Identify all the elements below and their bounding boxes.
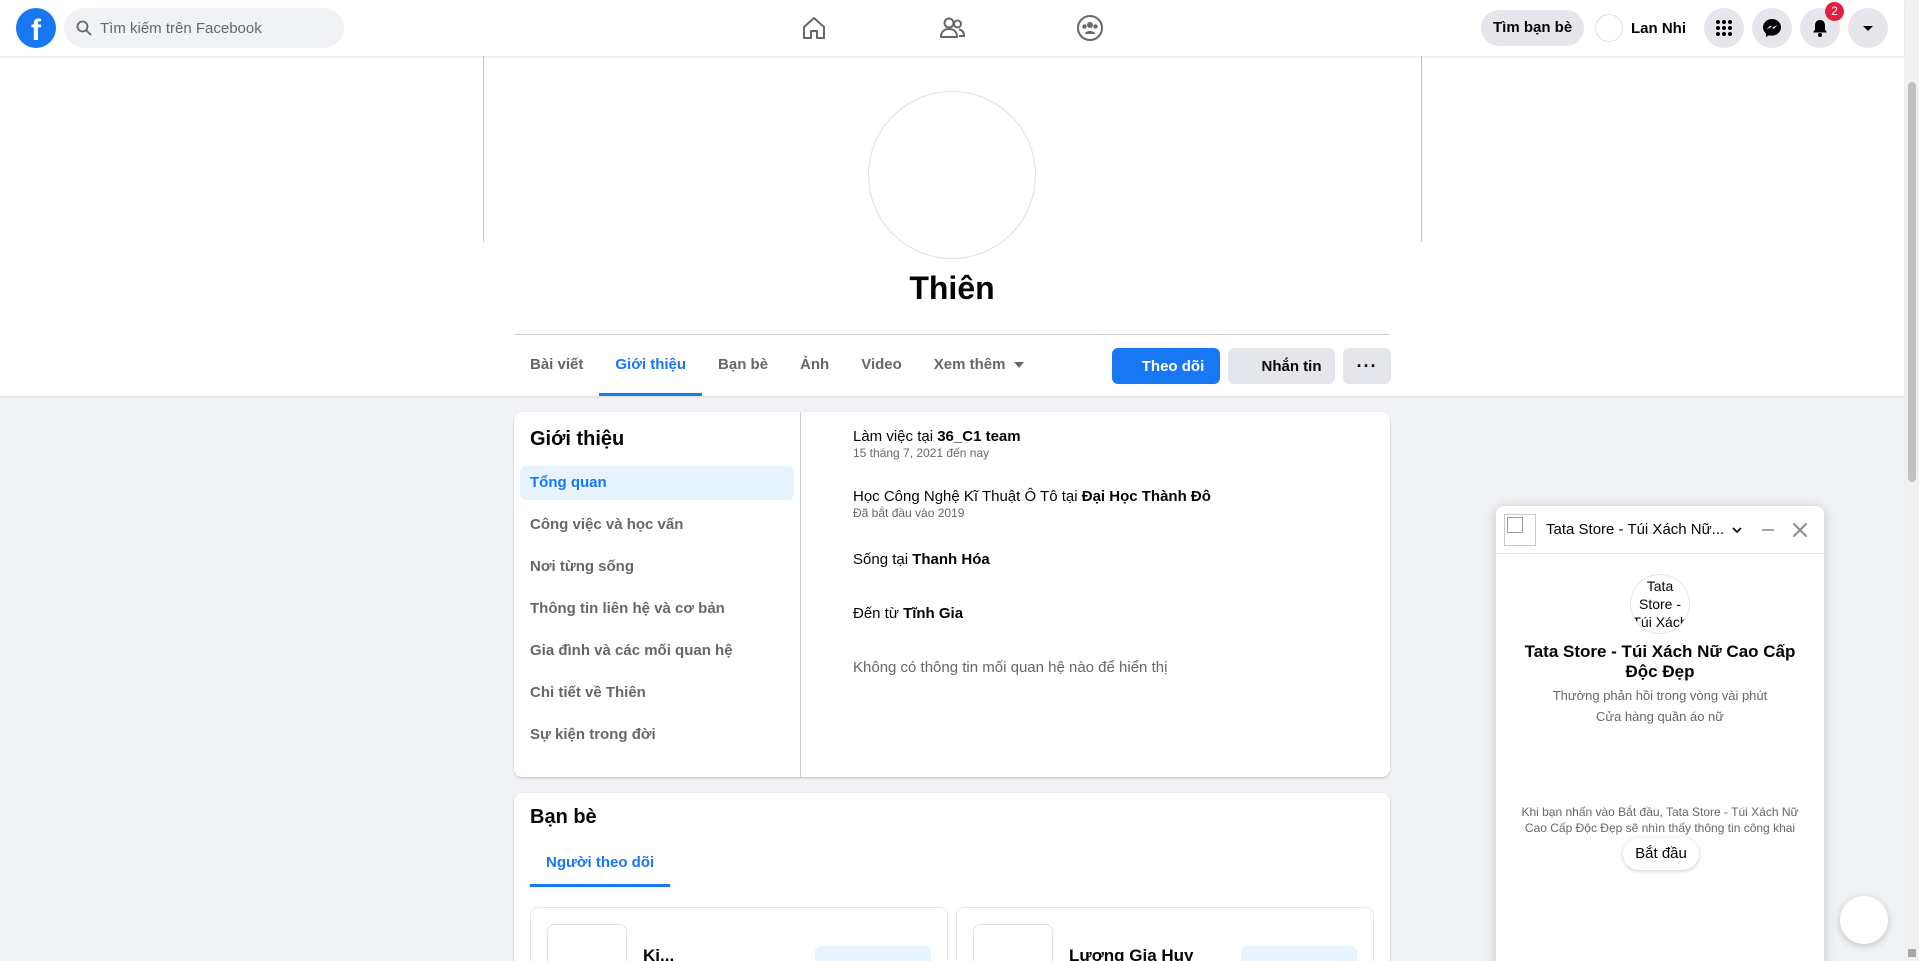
chevron-down-icon[interactable]	[1730, 523, 1744, 537]
tab-friends[interactable]: Bạn bè	[702, 336, 784, 396]
tab-posts[interactable]: Bài viết	[514, 336, 599, 396]
chat-title[interactable]: Tata Store - Túi Xách Nữ...	[1546, 521, 1726, 538]
tab-videos[interactable]: Video	[845, 336, 918, 396]
page-avatar[interactable]: Tata Store - Túi Xách	[1630, 574, 1690, 634]
new-message-button[interactable]	[1840, 896, 1888, 944]
divider	[800, 412, 801, 777]
friends-card: Bạn bè Người theo dõi Ki... Lương Gia Hu…	[514, 793, 1390, 961]
lives-in-info: Sống tại Thanh Hóa	[853, 551, 990, 568]
about-nav-contact-info[interactable]: Thông tin liên hệ và cơ bản	[520, 592, 794, 626]
search-box[interactable]	[64, 8, 344, 48]
search-icon	[76, 20, 92, 36]
tab-see-more-label: Xem thêm	[933, 356, 1006, 373]
about-nav-overview[interactable]: Tổng quan	[520, 466, 794, 500]
friends-title: Bạn bè	[530, 806, 597, 828]
scrollbar[interactable]	[1904, 0, 1919, 961]
more-options-button[interactable]: ···	[1343, 348, 1391, 384]
user-name: Lan Nhi	[1631, 19, 1686, 37]
follow-button[interactable]: Theo dõi	[1112, 348, 1220, 384]
page-category: Cửa hàng quần áo nữ	[1595, 709, 1724, 724]
friend-name[interactable]: Lương Gia Huy	[1069, 946, 1194, 961]
tab-see-more[interactable]: Xem thêm	[918, 336, 1040, 396]
friend-name[interactable]: Ki...	[643, 946, 674, 961]
avatar[interactable]	[547, 924, 627, 961]
facebook-logo-icon[interactable]: f	[16, 8, 56, 48]
education-info: Học Công Nghệ Kĩ Thuật Ô Tô tại Đại Học …	[853, 488, 1211, 520]
work-date: 15 tháng 7, 2021 đến nay	[853, 446, 990, 460]
work-place-link[interactable]: 36_C1 team	[937, 428, 1020, 445]
response-time: Thường phản hồi trong vòng vài phút	[1552, 688, 1768, 703]
about-nav-places-lived[interactable]: Nơi từng sống	[520, 550, 794, 584]
messenger-icon	[1763, 19, 1781, 37]
from-info: Đến từ Tĩnh Gia	[853, 605, 963, 622]
chat-window: Tata Store - Túi Xách Nữ... Tata Store -…	[1496, 506, 1824, 961]
profile-name: Thiên	[909, 270, 995, 306]
cover-photo-edge	[1421, 56, 1422, 242]
about-nav-details[interactable]: Chi tiết về Thiên	[520, 676, 794, 710]
profile-tabs: Bài viết Giới thiệu Bạn bè Ảnh Video Xem…	[514, 336, 1040, 396]
education-place-link[interactable]: Đại Học Thành Đô	[1082, 488, 1211, 505]
work-info: Làm việc tại 36_C1 team 15 tháng 7, 2021…	[853, 428, 1021, 460]
about-card: Giới thiệu Tổng quan Công việc và học vấ…	[514, 412, 1390, 777]
chevron-down-icon	[1863, 26, 1873, 31]
about-nav-family[interactable]: Gia đình và các mối quan hệ	[520, 634, 794, 668]
grid-menu-icon	[1716, 20, 1732, 36]
messenger-button[interactable]	[1752, 8, 1792, 48]
chat-header[interactable]: Tata Store - Túi Xách Nữ...	[1496, 506, 1824, 554]
about-title: Giới thiệu	[530, 428, 625, 450]
notifications-button[interactable]: 2	[1800, 2, 1844, 48]
tab-photos[interactable]: Ảnh	[784, 336, 845, 396]
add-friend-button[interactable]	[815, 946, 931, 961]
close-icon[interactable]	[1788, 518, 1812, 542]
lives-in-prefix: Sống tại	[853, 551, 913, 568]
education-date: Đã bắt đầu vào 2019	[853, 506, 965, 520]
friends-icon[interactable]	[932, 8, 972, 48]
work-prefix: Làm việc tại	[853, 428, 938, 445]
about-nav-life-events[interactable]: Sự kiện trong đời	[520, 718, 794, 752]
scroll-down-icon[interactable]	[1908, 949, 1916, 957]
scrollbar-thumb[interactable]	[1908, 82, 1916, 482]
about-sidebar: Tổng quan Công việc và học vấn Nơi từng …	[520, 466, 794, 760]
avatar	[1595, 14, 1623, 42]
user-profile-chip[interactable]: Lan Nhi	[1595, 12, 1686, 44]
home-icon[interactable]	[794, 8, 834, 48]
relationship-info: Không có thông tin mối quan hệ nào để hi…	[853, 659, 1168, 676]
find-friends-button[interactable]: Tìm bạn bè	[1481, 10, 1585, 46]
cover-photo-edge	[483, 56, 484, 242]
about-nav-work-education[interactable]: Công việc và học vấn	[520, 508, 794, 542]
message-button[interactable]: Nhắn tin	[1228, 348, 1335, 384]
menu-grid-button[interactable]	[1704, 8, 1744, 48]
avatar	[1504, 513, 1536, 546]
groups-icon[interactable]	[1070, 8, 1110, 48]
list-item[interactable]: Lương Gia Huy	[956, 907, 1374, 961]
page-name: Tata Store - Túi Xách Nữ Cao Cấp Độc Đẹp	[1524, 642, 1796, 681]
search-input[interactable]	[100, 19, 320, 37]
tab-about[interactable]: Giới thiệu	[599, 336, 702, 396]
divider	[514, 334, 1390, 335]
avatar[interactable]	[973, 924, 1053, 961]
caret-down-icon	[1013, 362, 1024, 369]
education-prefix: Học Công Nghệ Kĩ Thuật Ô Tô tại	[853, 488, 1082, 505]
account-menu-button[interactable]	[1848, 8, 1888, 48]
bell-icon	[1813, 20, 1827, 37]
top-navigation-bar: f Tìm bạn bè Lan Nhi 2	[0, 0, 1904, 56]
lives-in-place-link[interactable]: Thanh Hóa	[912, 551, 990, 568]
notification-badge: 2	[1825, 2, 1844, 21]
from-place-link[interactable]: Tĩnh Gia	[903, 605, 963, 622]
add-friend-button[interactable]	[1241, 946, 1357, 961]
from-prefix: Đến từ	[853, 605, 904, 622]
profile-picture[interactable]	[868, 91, 1036, 259]
get-started-button[interactable]: Bắt đầu	[1623, 838, 1699, 870]
tab-followers[interactable]: Người theo dõi	[530, 839, 671, 887]
minimize-icon[interactable]	[1760, 522, 1776, 538]
profile-header: Thiên Bài viết Giới thiệu Bạn bè Ảnh Vid…	[0, 56, 1904, 396]
list-item[interactable]: Ki...	[530, 907, 948, 961]
